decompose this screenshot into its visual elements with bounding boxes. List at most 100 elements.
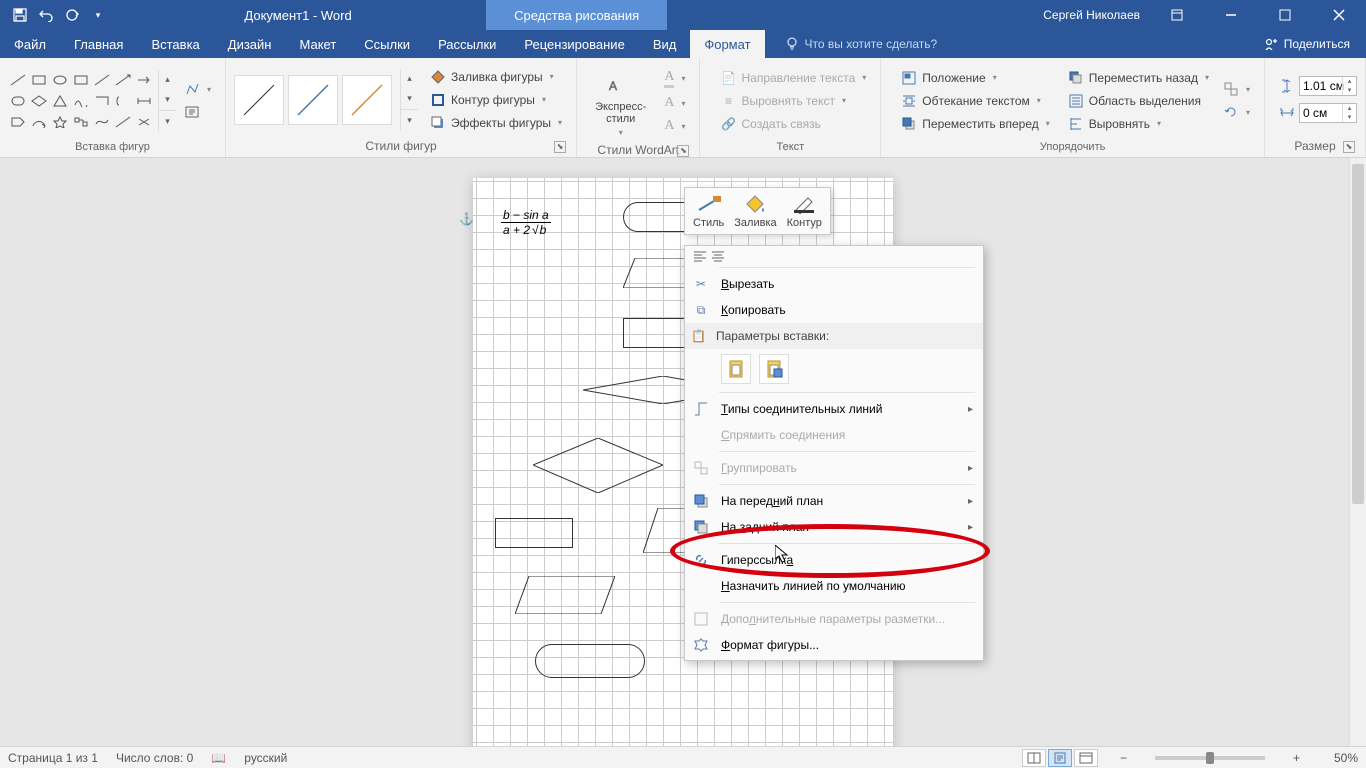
view-web-layout[interactable] xyxy=(1074,749,1098,767)
minimize-icon[interactable] xyxy=(1208,0,1254,30)
zoom-slider[interactable] xyxy=(1155,756,1265,760)
align-text-button: ≡Выровнять текст▾ xyxy=(714,91,872,111)
status-bar: Страница 1 из 1 Число слов: 0 📖 русский … xyxy=(0,746,1366,768)
close-icon[interactable] xyxy=(1316,0,1362,30)
position-button[interactable]: Положение▾ xyxy=(895,68,1056,88)
ctx-group: Группировать▸ xyxy=(685,455,983,481)
tab-view[interactable]: Вид xyxy=(639,30,691,58)
styles-group-launcher[interactable]: ⬊ xyxy=(554,141,566,153)
shape-fill-button[interactable]: Заливка фигуры▾ xyxy=(424,67,568,87)
view-read-mode[interactable] xyxy=(1022,749,1046,767)
send-back-icon xyxy=(691,517,711,537)
rotate-button[interactable]: ▾ xyxy=(1217,102,1256,122)
group-button[interactable]: ▾ xyxy=(1217,79,1256,99)
ctx-bring-front[interactable]: На передний план▸ xyxy=(685,488,983,514)
mini-style-button[interactable]: Стиль xyxy=(693,193,724,229)
align-left-icon[interactable] xyxy=(693,250,707,262)
copy-icon: ⧉ xyxy=(691,300,711,320)
height-spinner[interactable]: 1.01 см▴▾ xyxy=(1279,76,1357,96)
text-direction-button: 📄Направление текста▾ xyxy=(714,68,872,88)
vertical-scrollbar[interactable] xyxy=(1349,158,1366,746)
zoom-in-button[interactable]: + xyxy=(1289,751,1304,765)
align-button[interactable]: Выровнять▾ xyxy=(1062,114,1215,134)
group-label-size: Размер⬊ xyxy=(1273,137,1357,157)
ribbon-display-icon[interactable] xyxy=(1154,0,1200,30)
mini-fill-button[interactable]: Заливка xyxy=(734,193,776,229)
selection-pane-button[interactable]: Область выделения xyxy=(1062,91,1215,111)
zoom-level[interactable]: 50% xyxy=(1322,751,1358,765)
ctx-set-default-line[interactable]: Назначить линией по умолчанию xyxy=(685,573,983,599)
wordart-group-launcher[interactable]: ⬊ xyxy=(677,145,689,157)
styles-gallery-more[interactable]: ▴▾▾ xyxy=(400,69,418,131)
tab-file[interactable]: Файл xyxy=(0,30,60,58)
shape-styles-gallery[interactable]: ▴▾▾ xyxy=(234,69,418,131)
group-text: 📄Направление текста▾ ≡Выровнять текст▾ 🔗… xyxy=(700,58,881,157)
ribbon-tabs: Файл Главная Вставка Дизайн Макет Ссылки… xyxy=(0,30,1366,58)
text-fill-button[interactable]: A▾ xyxy=(658,67,691,90)
lightbulb-icon xyxy=(785,37,799,51)
view-print-layout[interactable] xyxy=(1048,749,1072,767)
edit-shape-button[interactable]: ▾ xyxy=(178,79,217,99)
group-shape-styles: ▴▾▾ Заливка фигуры▾ Контур фигуры▾ Эффек… xyxy=(226,58,577,157)
bring-forward-button[interactable]: Переместить вперед▾ xyxy=(895,114,1056,134)
paste-option-1[interactable] xyxy=(721,354,751,384)
shape-outline-button[interactable]: Контур фигуры▾ xyxy=(424,90,568,110)
quick-access-toolbar: ▾ xyxy=(0,3,110,27)
text-outline-button[interactable]: A▾ xyxy=(658,93,691,113)
user-name[interactable]: Сергей Николаев xyxy=(1043,8,1140,22)
send-backward-button[interactable]: Переместить назад▾ xyxy=(1062,68,1215,88)
document-workspace[interactable]: ⚓ b − sin a a + 2√b xyxy=(0,158,1366,746)
ctx-more-layout: Дополнительные параметры разметки... xyxy=(685,606,983,632)
undo-icon[interactable] xyxy=(34,3,58,27)
shape-effects-button[interactable]: Эффекты фигуры▾ xyxy=(424,113,568,133)
redo-icon[interactable] xyxy=(60,3,84,27)
share-button[interactable]: Поделиться xyxy=(1248,30,1366,58)
paste-option-2[interactable] xyxy=(759,354,789,384)
shape-decision-diamond[interactable] xyxy=(533,438,663,493)
tell-me-search[interactable]: Что вы хотите сделать? xyxy=(765,30,1248,58)
qat-customize-icon[interactable]: ▾ xyxy=(86,3,110,27)
tab-format[interactable]: Формат xyxy=(690,30,764,58)
tab-mailings[interactable]: Рассылки xyxy=(424,30,510,58)
width-spinner[interactable]: 0 см▴▾ xyxy=(1279,103,1357,123)
zoom-out-button[interactable]: − xyxy=(1116,751,1131,765)
ctx-copy[interactable]: ⧉Копировать xyxy=(685,297,983,323)
group-size: 1.01 см▴▾ 0 см▴▾ Размер⬊ xyxy=(1265,58,1366,157)
shapes-gallery-more[interactable]: ▴▾▾ xyxy=(158,70,176,132)
status-language[interactable]: русский xyxy=(244,751,287,765)
status-word-count[interactable]: Число слов: 0 xyxy=(116,751,193,765)
tab-insert[interactable]: Вставка xyxy=(137,30,213,58)
tab-references[interactable]: Ссылки xyxy=(350,30,424,58)
status-page[interactable]: Страница 1 из 1 xyxy=(8,751,98,765)
align-center-icon[interactable] xyxy=(711,250,725,262)
mini-toolbar: Стиль Заливка Контур xyxy=(684,187,831,235)
mini-outline-button[interactable]: Контур xyxy=(787,193,822,229)
tab-home[interactable]: Главная xyxy=(60,30,137,58)
height-icon xyxy=(1279,78,1295,94)
save-icon[interactable] xyxy=(8,3,32,27)
wrap-text-button[interactable]: Обтекание текстом▾ xyxy=(895,91,1056,111)
size-group-launcher[interactable]: ⬊ xyxy=(1343,141,1355,153)
text-effects-button[interactable]: A▾ xyxy=(658,116,691,136)
shape-process-2[interactable] xyxy=(495,518,573,548)
share-icon xyxy=(1264,37,1278,51)
shapes-gallery[interactable]: ▴▾▾ xyxy=(8,70,176,132)
bring-front-icon xyxy=(691,491,711,511)
maximize-icon[interactable] xyxy=(1262,0,1308,30)
svg-text:A: A xyxy=(609,79,617,93)
shape-parallelogram-3[interactable] xyxy=(515,576,615,614)
ctx-hyperlink[interactable]: Гиперссылка xyxy=(685,547,983,573)
layout-icon xyxy=(691,609,711,629)
tab-layout[interactable]: Макет xyxy=(285,30,350,58)
tab-review[interactable]: Рецензирование xyxy=(510,30,638,58)
shape-terminator-2[interactable] xyxy=(535,644,645,678)
ctx-straighten: Спрямить соединения xyxy=(685,422,983,448)
quick-styles-button[interactable]: A Экспресс-стили ▾ xyxy=(585,62,656,141)
status-proofing-icon[interactable]: 📖 xyxy=(211,751,226,765)
ctx-format-shape[interactable]: Формат фигуры... xyxy=(685,632,983,658)
tab-design[interactable]: Дизайн xyxy=(214,30,286,58)
ctx-send-back[interactable]: На задний план▸ xyxy=(685,514,983,540)
draw-textbox-button[interactable] xyxy=(178,102,217,122)
ctx-cut[interactable]: ✂ВВырезатьырезать xyxy=(685,271,983,297)
ctx-connector-types[interactable]: Типы соединительных линий▸ xyxy=(685,396,983,422)
